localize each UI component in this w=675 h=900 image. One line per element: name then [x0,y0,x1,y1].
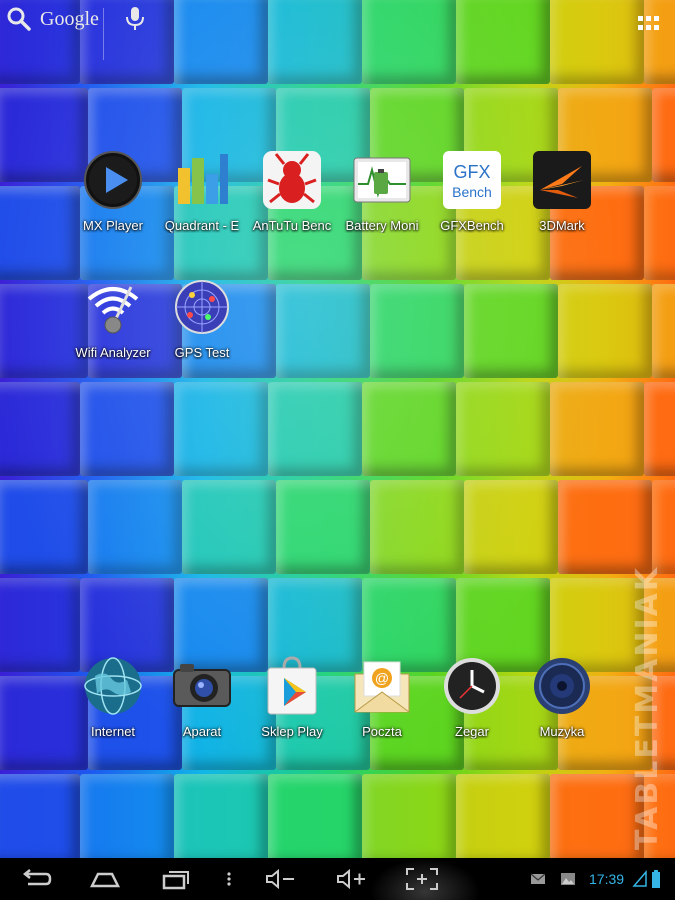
battery-icon [652,870,660,888]
camera-icon [173,664,231,707]
google-label: Google [40,7,99,30]
dock-camera[interactable]: Aparat [158,656,246,739]
recent-apps-icon[interactable] [160,866,194,892]
battery-monitor-icon [353,157,411,203]
app-label: Aparat [182,724,222,739]
dock-internet[interactable]: Internet [69,656,157,739]
volume-down-icon[interactable] [263,866,297,892]
music-icon [534,658,590,714]
clock-icon [444,658,500,714]
menu-icon[interactable] [222,866,236,892]
globe-icon [84,657,142,715]
gps-test-icon [175,280,229,334]
app-3dmark[interactable]: 3DMark [518,150,606,233]
play-store-icon [267,656,317,715]
app-quadrant[interactable]: Quadrant - E [158,150,246,233]
mail-icon: @ [354,661,410,713]
app-wifi-analyzer[interactable]: Wifi Analyzer [69,277,157,360]
antutu-icon [263,151,321,209]
app-label: Muzyka [539,724,585,739]
app-label: Wifi Analyzer [75,345,151,360]
app-label: Sklep Play [261,724,323,739]
microphone-icon[interactable] [124,6,146,32]
app-label: MX Player [83,218,143,233]
app-label: 3DMark [539,218,585,233]
google-search-bar[interactable]: Google [6,6,99,32]
gfxbench-icon: GFX Bench [443,151,501,209]
status-clock[interactable]: 17:39 [589,871,624,887]
dock-play-store[interactable]: Sklep Play [248,656,336,739]
app-label: Quadrant - E [164,218,240,233]
app-label: Internet [90,724,136,739]
3dmark-icon [533,151,591,209]
svg-text:GFX: GFX [453,162,490,182]
screenshot-icon[interactable] [404,866,440,892]
search-divider [103,8,104,60]
mail-notification-icon[interactable] [530,871,546,887]
app-label: Zegar [455,724,489,739]
app-gfxbench[interactable]: GFX Bench GFXBench [428,150,516,233]
navigation-bar [0,858,675,900]
app-battery-monitor[interactable]: Battery Moni [338,150,426,233]
image-notification-icon[interactable] [560,871,576,887]
wallpaper-watermark: TABLETMANIAK [630,565,665,850]
dock-clock[interactable]: Zegar [428,656,516,739]
svg-text:Bench: Bench [452,184,492,200]
app-label: GFXBench [440,218,504,233]
app-mx-player[interactable]: MX Player [69,150,157,233]
back-icon[interactable] [18,866,52,892]
signal-icon [632,870,647,887]
quadrant-icon [178,154,228,204]
app-label: AnTuTu Benc [252,218,332,233]
app-antutu[interactable]: AnTuTu Benc [248,150,336,233]
app-label: Battery Moni [345,218,419,233]
volume-up-icon[interactable] [334,866,368,892]
dock-mail[interactable]: @ Poczta [338,656,426,739]
all-apps-icon[interactable] [636,14,662,34]
search-icon [7,7,31,31]
svg-text:@: @ [375,670,389,686]
dock-music[interactable]: Muzyka [518,656,606,739]
mx-player-icon [84,151,142,209]
app-label: Poczta [362,724,402,739]
app-label: GPS Test [174,345,230,360]
wifi-analyzer-icon [87,286,139,334]
home-icon[interactable] [88,866,122,892]
app-gps-test[interactable]: GPS Test [158,277,246,360]
